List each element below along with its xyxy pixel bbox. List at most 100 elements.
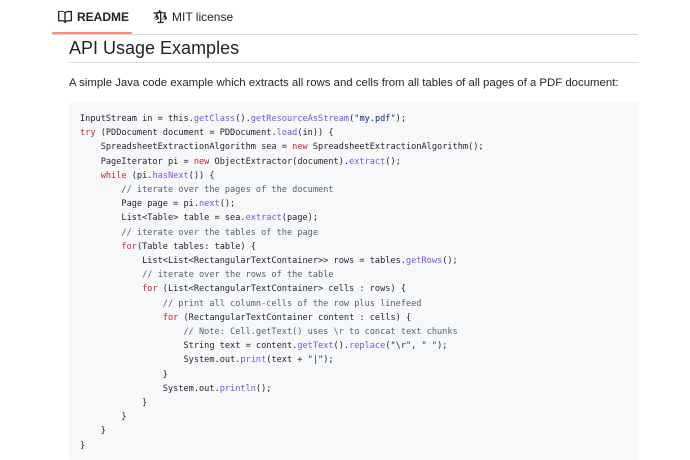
- description-text: A simple Java code example which extract…: [69, 77, 619, 89]
- code-line: // iterate over the tables of the page: [80, 226, 484, 240]
- code-token: ();: [385, 156, 401, 167]
- code-token: ()) {: [188, 170, 215, 181]
- code-token: hasNext: [152, 170, 189, 181]
- code-token: for: [121, 241, 137, 252]
- code-line: for (List<RectangularTextContainer> cell…: [80, 282, 484, 296]
- code-token: }: [80, 426, 106, 437]
- code-line: List<Table> table = sea.extract(page);: [80, 211, 484, 225]
- code-token: // print all column-cells of the row plu…: [80, 298, 422, 309]
- code-token: }: [80, 412, 127, 423]
- code-line: SpreadsheetExtractionAlgorithm sea = new…: [80, 140, 484, 154]
- code-content: InputStream in = this.getClass().getReso…: [80, 112, 484, 453]
- heading-divider: [69, 62, 639, 63]
- code-line: try (PDDocument document = PDDocument.lo…: [80, 126, 484, 140]
- code-line: // Note: Cell.getText() uses \r to conca…: [80, 325, 484, 339]
- code-line: PageIterator pi = new ObjectExtractor(do…: [80, 155, 484, 169]
- code-token: for: [142, 284, 158, 295]
- code-token: getClass: [193, 114, 236, 124]
- code-token: println: [219, 383, 256, 394]
- code-token: }: [80, 369, 168, 380]
- code-token: );: [323, 355, 334, 366]
- code-token: // Note: Cell.getText() uses \r to conca…: [80, 327, 458, 338]
- code-line: }: [80, 368, 484, 382]
- code-token: (List<RectangularTextContainer> cells : …: [157, 284, 406, 295]
- code-line: // iterate over the rows of the table: [80, 268, 484, 282]
- code-token: // iterate over the rows of the table: [80, 270, 334, 281]
- code-line: System.out.print(text + "|");: [80, 353, 484, 367]
- code-line: String text = content.getText().replace(…: [80, 339, 484, 353]
- law-scale-icon: [153, 10, 168, 24]
- code-token: (Table tables: table) {: [136, 241, 256, 252]
- tab-readme[interactable]: README: [52, 0, 135, 34]
- code-line: Page page = pi.next();: [80, 197, 484, 211]
- code-token: "|": [307, 355, 324, 366]
- code-token: next: [199, 199, 220, 210]
- code-token: try: [80, 128, 96, 139]
- code-token: );: [437, 341, 448, 352]
- code-line: }: [80, 439, 484, 453]
- tab-license-label: MIT license: [172, 10, 234, 24]
- code-token: }: [80, 440, 86, 451]
- code-token: );: [395, 114, 407, 124]
- code-line: }: [80, 424, 484, 438]
- code-token: String text = content.: [80, 341, 298, 352]
- code-token: (in)) {: [297, 128, 334, 139]
- tabs-divider: [52, 34, 638, 35]
- code-line: while (pi.hasNext()) {: [80, 169, 484, 183]
- code-token: System.out.: [80, 383, 220, 394]
- code-token: "my.pdf": [354, 114, 396, 124]
- readme-tabs: README MIT license: [52, 0, 239, 34]
- code-token: (RectangularTextContainer content : cell…: [178, 312, 412, 323]
- tab-license[interactable]: MIT license: [147, 0, 239, 34]
- code-token: (text +: [266, 355, 308, 366]
- code-token: ();: [442, 256, 458, 267]
- code-token: ,: [411, 341, 422, 352]
- code-line: System.out.println();: [80, 382, 484, 396]
- code-token: " ": [421, 341, 438, 352]
- code-line: // print all column-cells of the row plu…: [80, 297, 484, 311]
- code-token: while: [100, 170, 127, 181]
- code-line: }: [80, 410, 484, 424]
- code-token: extract: [245, 213, 282, 224]
- code-line: List<List<RectangularTextContainer>> row…: [80, 254, 484, 268]
- code-token: for: [162, 312, 179, 323]
- code-line: // iterate over the pages of the documen…: [80, 183, 484, 197]
- code-token: new: [292, 142, 308, 153]
- code-token: // iterate over the pages of the documen…: [80, 185, 334, 196]
- code-token: getRows: [405, 256, 443, 267]
- code-token: load: [276, 128, 298, 139]
- code-token: (page);: [281, 213, 319, 224]
- code-token: InputStream in = this.: [80, 114, 194, 124]
- code-token: (PDDocument document = PDDocument.: [95, 128, 277, 139]
- code-token: Page page = pi.: [80, 199, 199, 210]
- code-token: ();: [255, 383, 272, 394]
- code-token: (pi.: [126, 170, 153, 181]
- code-line: for (RectangularTextContainer content : …: [80, 311, 484, 325]
- code-block: InputStream in = this.getClass().getReso…: [69, 102, 639, 460]
- code-token: extract: [349, 156, 386, 167]
- code-token: print: [240, 355, 267, 366]
- code-line: for(Table tables: table) {: [80, 240, 484, 254]
- tab-readme-label: README: [77, 10, 130, 24]
- code-token: SpreadsheetExtractionAlgorithm sea =: [80, 142, 293, 153]
- code-token: PageIterator pi =: [80, 156, 194, 167]
- code-token: // iterate over the tables of the page: [80, 227, 318, 238]
- section-heading: API Usage Examples: [69, 38, 240, 58]
- code-token: ().: [333, 341, 350, 352]
- code-token: new: [193, 156, 210, 167]
- code-token: ();: [219, 199, 236, 210]
- code-token: System.out.: [80, 355, 241, 366]
- code-line: }: [80, 396, 484, 410]
- code-token: SpreadsheetExtractionAlgorithm();: [307, 142, 484, 153]
- book-icon: [58, 10, 72, 24]
- code-token: List<Table> table = sea.: [80, 213, 246, 224]
- code-token: }: [80, 398, 148, 409]
- code-token: ObjectExtractor(document).: [209, 156, 350, 167]
- code-token: replace: [349, 341, 386, 352]
- code-token: ().: [235, 114, 251, 124]
- code-token: getResourceAsStream: [250, 114, 350, 124]
- code-token: getText: [297, 341, 334, 352]
